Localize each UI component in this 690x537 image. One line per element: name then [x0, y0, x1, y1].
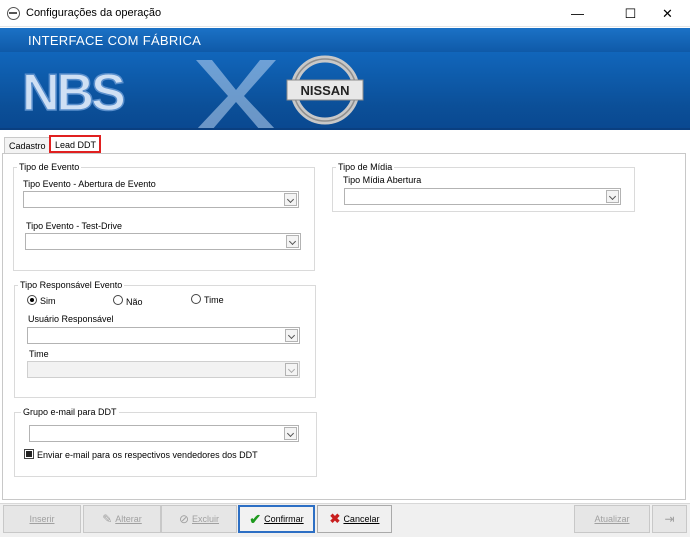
label-radio-time: Time [204, 295, 224, 305]
chevron-down-icon[interactable] [284, 427, 297, 440]
svg-text:NBS: NBS [22, 64, 124, 122]
chevron-down-icon[interactable] [285, 329, 298, 342]
alterar-button[interactable]: ✎ Alterar [83, 505, 161, 533]
chevron-down-icon[interactable] [286, 235, 299, 248]
edit-icon: ✎ [102, 512, 113, 526]
checkbox-enviar-email[interactable] [24, 449, 34, 459]
group-grupo-email [14, 412, 317, 477]
group-title-grupo-email: Grupo e-mail para DDT [21, 407, 119, 417]
radio-nao[interactable] [113, 295, 123, 305]
tab-lead-ddt[interactable]: Lead DDT [49, 135, 101, 153]
label-time: Time [29, 349, 49, 359]
select-tipo-evento-testdrive[interactable] [25, 233, 301, 250]
radio-sim[interactable] [27, 295, 37, 305]
exit-door-icon: ⇥ [664, 512, 675, 526]
label-enviar-email: Enviar e-mail para os respectivos vended… [37, 450, 258, 460]
excluir-button[interactable]: ⊘ Excluir [161, 505, 237, 533]
group-title-tipo-midia: Tipo de Mídia [336, 162, 395, 172]
chevron-down-icon[interactable] [606, 190, 619, 203]
confirmar-button[interactable]: ✔ Confirmar [238, 505, 315, 533]
cancelar-label: Cancelar [343, 514, 380, 524]
atualizar-button[interactable]: Atualizar [574, 505, 650, 533]
delete-icon: ⊘ [178, 512, 190, 526]
check-icon: ✔ [249, 510, 262, 527]
label-radio-sim: Sim [40, 296, 56, 306]
select-usuario-responsavel[interactable] [27, 327, 300, 344]
inserir-button[interactable]: Inserir [3, 505, 81, 533]
chevron-down-icon [285, 363, 298, 376]
close-button[interactable]: ✕ [645, 0, 690, 27]
confirmar-label: Confirmar [264, 514, 304, 524]
svg-text:NISSAN: NISSAN [300, 83, 349, 98]
window-title: Configurações da operação [26, 7, 162, 19]
app-icon [7, 7, 20, 20]
cancelar-button[interactable]: ✖ Cancelar [317, 505, 392, 533]
select-tipo-evento-abertura[interactable] [23, 191, 299, 208]
exit-button[interactable]: ⇥ [652, 505, 687, 533]
tab-cadastro[interactable]: Cadastro [4, 137, 50, 154]
radio-time[interactable] [191, 294, 201, 304]
banner-divider [0, 128, 690, 130]
x-decoration [196, 60, 276, 130]
inserir-label: Inserir [29, 514, 55, 524]
group-title-tipo-responsavel: Tipo Responsável Evento [18, 280, 125, 290]
select-tipo-midia-abertura[interactable] [344, 188, 621, 205]
banner-title: INTERFACE COM FÁBRICA [28, 33, 202, 48]
group-title-tipo-evento: Tipo de Evento [17, 162, 82, 172]
atualizar-label: Atualizar [594, 514, 630, 524]
minimize-button[interactable]: — [555, 0, 600, 27]
select-time [27, 361, 300, 378]
label-tipo-midia-abertura: Tipo Mídia Abertura [343, 175, 422, 185]
banner-image: NBS NISSAN [0, 52, 690, 130]
nbs-logo: NBS [21, 63, 128, 123]
alterar-label: Alterar [115, 514, 142, 524]
label-usuario-responsavel: Usuário Responsável [28, 314, 114, 324]
title-bar: Configurações da operação — ☐ ✕ [0, 0, 690, 27]
nissan-logo: NISSAN [286, 55, 364, 125]
label-tipo-evento-abertura: Tipo Evento - Abertura de Evento [23, 179, 156, 189]
label-tipo-evento-testdrive: Tipo Evento - Test-Drive [26, 221, 123, 231]
chevron-down-icon[interactable] [284, 193, 297, 206]
select-grupo-email[interactable] [29, 425, 299, 442]
label-radio-nao: Não [126, 297, 143, 307]
x-icon: ✖ [329, 511, 341, 526]
excluir-label: Excluir [192, 514, 220, 524]
